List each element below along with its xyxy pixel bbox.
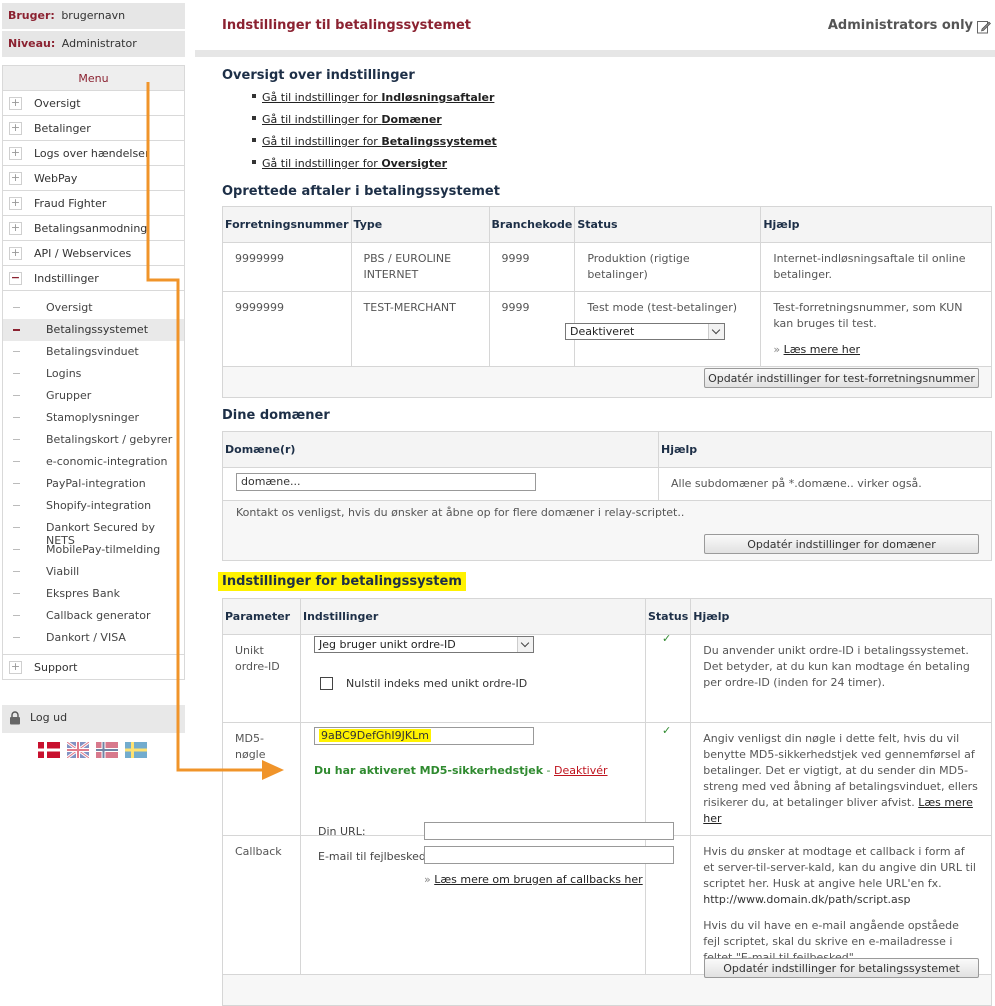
annotation-arrow-icon [146, 82, 284, 780]
